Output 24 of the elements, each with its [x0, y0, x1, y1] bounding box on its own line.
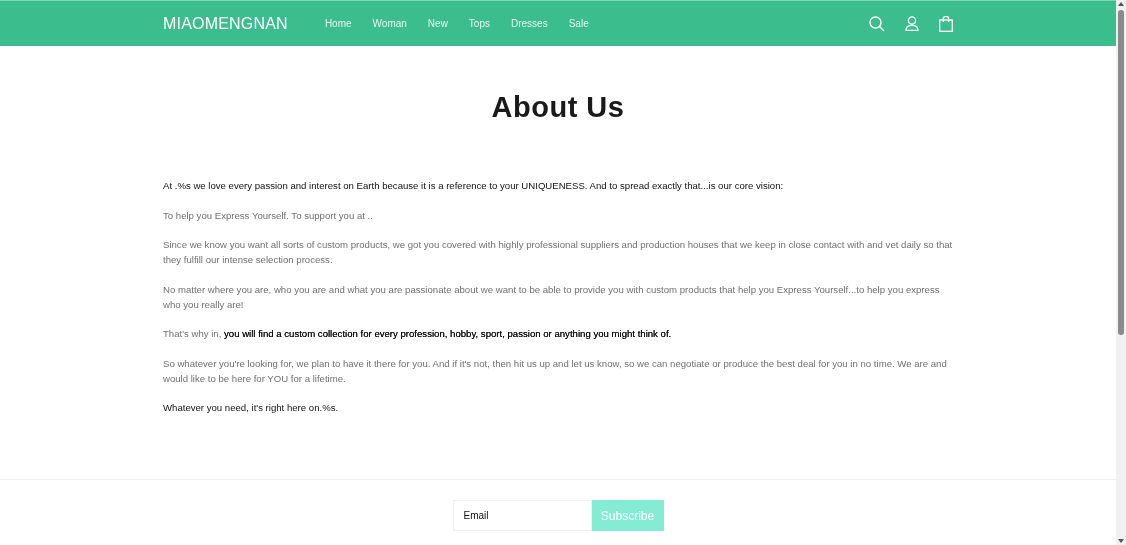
nav-link[interactable]: Woman: [372, 18, 407, 29]
nav-link[interactable]: Tops: [468, 18, 490, 29]
paragraph: Whatever you need, it's right here on.%s.: [163, 401, 340, 415]
store-logo[interactable]: MIAOMENGNAN: [163, 14, 288, 33]
person-icon[interactable]: [905, 16, 919, 31]
nav-link[interactable]: New: [427, 18, 448, 29]
paragraph: At .%s we love every passion and interest on Earth because it is a reference to your UNIQUENESS. And to spread exactly that...is our core vision:: [163, 179, 785, 193]
nav-link[interactable]: Home: [324, 18, 352, 29]
search-icon[interactable]: [869, 15, 885, 32]
subscribe-button[interactable]: Subscribe: [591, 500, 664, 531]
scroll-up-icon[interactable]: [1116, 0, 1126, 8]
bag-icon[interactable]: [939, 15, 953, 32]
page-title: About Us: [490, 91, 626, 124]
paragraph: So whatever you're looking for, we plan to have it there for you. And if it's not, then hit us up and let us know, so we can negotiate or produce the best deal for you in no time. We are and would like to be here for YOU for a lifetime.: [163, 356, 948, 386]
scroll-down-icon[interactable]: [1116, 537, 1126, 545]
paragraph: That's why in, you will find a custom collection for every profession, hobby, sport, passion or anything you might think of.: [163, 327, 673, 341]
email-field[interactable]: Email: [452, 500, 592, 531]
nav-link[interactable]: Dresses: [511, 18, 548, 29]
scroll-thumb[interactable]: [1118, 10, 1124, 335]
scrollbar[interactable]: [1116, 0, 1126, 545]
nav-link[interactable]: Sale: [568, 18, 589, 29]
paragraph: To help you Express Yourself. To support you at ..: [163, 208, 374, 223]
paragraph: No matter where you are, who you are and what you are passionate about we want to be able to provide you with custom products that help you Express Yourself...to help you express who you really are!: [163, 282, 941, 312]
paragraph: Since we know you want all sorts of custom products, we got you covered with highly professional suppliers and production houses that we keep in close contact with and vet daily so that they fulfill our intense selection process.: [163, 238, 953, 267]
